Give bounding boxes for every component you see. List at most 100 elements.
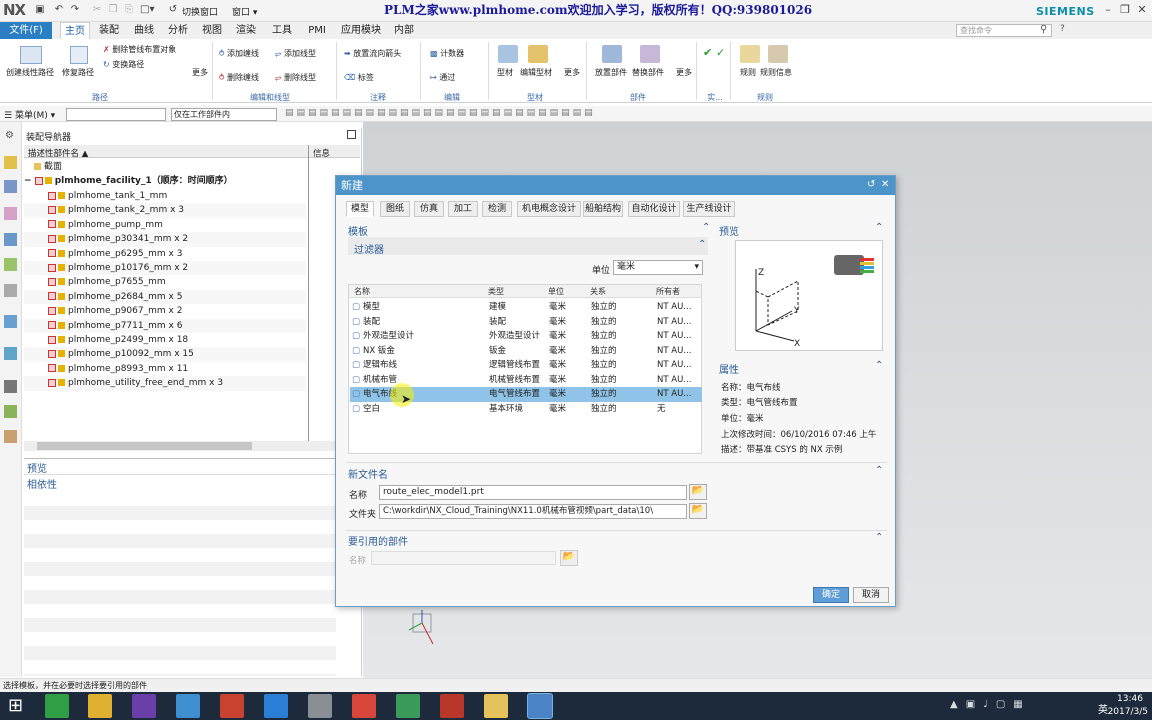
undo-icon[interactable]: ↶ bbox=[52, 3, 66, 17]
more-button-3[interactable]: 更多 bbox=[676, 67, 692, 78]
menu-button[interactable]: ☰ 菜单(M) ▾ bbox=[4, 108, 55, 121]
tab-mechatronics[interactable]: 机电概念设计 bbox=[517, 201, 581, 217]
collapse-preview-icon[interactable]: ⌃ bbox=[875, 222, 883, 233]
clock-icon[interactable] bbox=[4, 380, 17, 393]
tree-node-part[interactable]: plmhome_tank_1_mm bbox=[24, 189, 306, 203]
ok-button[interactable]: 确定 bbox=[813, 587, 849, 603]
tab-assembly[interactable]: 装配 bbox=[95, 22, 123, 39]
counter-button[interactable]: ▩ 计数器 bbox=[430, 48, 464, 59]
tree-node-part[interactable]: plmhome_pump_mm bbox=[24, 218, 306, 232]
tree-node-part[interactable]: plmhome_p30341_mm x 2 bbox=[24, 232, 306, 247]
constraint-navigator-icon[interactable] bbox=[4, 180, 17, 193]
templates-section[interactable]: 模板 bbox=[348, 223, 368, 238]
tree-node-part[interactable]: plmhome_utility_free_end_mm x 3 bbox=[24, 376, 306, 391]
visibility-checkbox[interactable] bbox=[48, 263, 56, 272]
tab-view[interactable]: 视图 bbox=[198, 22, 226, 39]
close-button[interactable]: ✕ bbox=[1134, 3, 1150, 19]
cancel-button[interactable]: 取消 bbox=[853, 587, 889, 603]
template-row[interactable]: ▢ 模型 建模 毫米 独立的 NT AU... bbox=[350, 300, 702, 315]
tree-node-part[interactable]: plmhome_p7711_mm x 6 bbox=[24, 318, 306, 333]
search-icon[interactable]: ⚲ bbox=[1040, 24, 1047, 35]
clock-time[interactable]: 13:46 bbox=[1112, 694, 1148, 704]
restore-button[interactable]: ❐ bbox=[1117, 3, 1133, 19]
modify-path-icon[interactable] bbox=[70, 46, 88, 64]
template-row[interactable]: ▢ 逻辑布线 逻辑管线布置 毫米 独立的 NT AU... bbox=[350, 358, 702, 373]
part-navigator-icon[interactable] bbox=[4, 207, 17, 220]
tab-internal[interactable]: 内部 bbox=[390, 22, 418, 39]
window-menu-button[interactable]: 窗口 ▾ bbox=[232, 5, 257, 18]
visual-studio-icon[interactable] bbox=[132, 694, 156, 718]
app-icon-1[interactable] bbox=[45, 694, 69, 718]
check-icon[interactable]: ✔ bbox=[703, 46, 712, 59]
create-path-icon[interactable] bbox=[20, 46, 42, 64]
file-explorer-icon[interactable] bbox=[484, 694, 508, 718]
col-name[interactable]: 名称 bbox=[354, 286, 370, 297]
dialog-close-icon[interactable]: ✕ bbox=[881, 179, 889, 190]
more-button-1[interactable]: 更多 bbox=[192, 67, 208, 78]
label-button[interactable]: ⌫ 标签 bbox=[344, 72, 374, 83]
command-search-input[interactable]: 查找命令 bbox=[956, 24, 1052, 37]
col-unit[interactable]: 单位 bbox=[548, 286, 564, 297]
sections-node[interactable]: 截面 bbox=[24, 160, 306, 174]
file-menu[interactable]: 文件(F) bbox=[0, 22, 52, 39]
tab-ship-structure[interactable]: 船舶结构 bbox=[583, 201, 623, 217]
switch-window-button[interactable]: 切换窗口 bbox=[182, 5, 218, 18]
visibility-checkbox[interactable] bbox=[48, 191, 56, 200]
visibility-checkbox[interactable] bbox=[48, 249, 56, 258]
visibility-checkbox[interactable] bbox=[48, 321, 56, 330]
filename-input[interactable]: route_elec_model1.prt bbox=[379, 485, 687, 500]
app-icon-2[interactable] bbox=[88, 694, 112, 718]
profile-icon[interactable] bbox=[498, 45, 518, 63]
rule-info-button[interactable]: 规则信息 bbox=[760, 67, 792, 78]
filezilla-icon[interactable] bbox=[440, 694, 464, 718]
collapse-ref-parts-icon[interactable]: ⌃ bbox=[875, 532, 883, 543]
roles-icon[interactable] bbox=[4, 405, 17, 418]
redo-icon[interactable]: ↷ bbox=[68, 3, 82, 17]
root-node[interactable]: − plmhome_facility_1（顺序：时间顺序） bbox=[24, 174, 306, 188]
app-icon-4[interactable] bbox=[176, 694, 200, 718]
chrome-icon[interactable] bbox=[352, 694, 376, 718]
copy-icon[interactable]: ❐ bbox=[106, 3, 120, 17]
tab-home[interactable]: 主页 bbox=[60, 22, 90, 39]
collapse-filter-icon[interactable]: ⌃ bbox=[698, 239, 706, 250]
collapse-properties-icon[interactable]: ⌃ bbox=[875, 360, 883, 371]
visibility-checkbox[interactable] bbox=[48, 234, 56, 243]
cut-icon[interactable]: ✂ bbox=[90, 3, 104, 17]
app-icon-9[interactable] bbox=[396, 694, 420, 718]
col-type[interactable]: 类型 bbox=[488, 286, 504, 297]
windows-start-icon[interactable]: ⊞ bbox=[8, 695, 23, 716]
col-relation[interactable]: 关系 bbox=[590, 286, 606, 297]
help-icon[interactable]: ? bbox=[1060, 24, 1065, 34]
app-icon-7[interactable] bbox=[308, 694, 332, 718]
column-info-header[interactable]: 信息 bbox=[313, 147, 330, 159]
preview-section[interactable]: 预览 bbox=[27, 460, 47, 475]
tab-automation[interactable]: 自动化设计 bbox=[628, 201, 680, 217]
tray-icons[interactable]: ▲▣♩▢▦ bbox=[950, 699, 1031, 710]
selection-tools-icon[interactable]: ▤▤▤▤▤▤▤▤▤▤▤▤▤▤▤▤▤▤▤▤▤▤▤▤▤▤▤ bbox=[285, 108, 596, 118]
add-line-button[interactable]: ⥂ 添加线型 bbox=[275, 48, 316, 59]
delete-segment-button[interactable]: ⥁ 删除缠线 bbox=[219, 72, 259, 83]
filter-section[interactable]: 过滤器 bbox=[354, 241, 384, 256]
preview-label[interactable]: 预览 bbox=[719, 223, 739, 238]
type-filter-combo[interactable] bbox=[66, 108, 166, 121]
ref-name-input[interactable] bbox=[371, 551, 556, 565]
referenced-parts-section[interactable]: 要引用的部件 bbox=[348, 533, 408, 548]
properties-label[interactable]: 属性 bbox=[719, 361, 739, 376]
collapse-templates-icon[interactable]: ⌃ bbox=[702, 222, 710, 233]
visibility-checkbox[interactable] bbox=[48, 205, 56, 214]
folder-input[interactable]: C:\workdir\NX_Cloud_Training\NX11.0机械布管视… bbox=[379, 504, 687, 519]
unit-select[interactable]: 毫米 ▾ bbox=[613, 260, 703, 275]
paste-icon[interactable]: ⎘ bbox=[122, 3, 136, 17]
scrollbar-thumb[interactable] bbox=[37, 442, 252, 450]
tab-inspection[interactable]: 检测 bbox=[482, 201, 512, 217]
repeat-icon[interactable]: ↺ bbox=[166, 3, 180, 17]
tree-node-part[interactable]: plmhome_p2499_mm x 18 bbox=[24, 333, 306, 347]
reuse-library-icon[interactable] bbox=[4, 233, 17, 246]
tree-node-part[interactable]: plmhome_tank_2_mm x 3 bbox=[24, 203, 306, 218]
visibility-checkbox[interactable] bbox=[48, 277, 56, 286]
profile-button[interactable]: 型材 bbox=[497, 67, 513, 78]
assembly-navigator-icon[interactable] bbox=[4, 156, 17, 169]
browse-name-icon[interactable]: 📂 bbox=[689, 484, 707, 500]
col-owner[interactable]: 所有者 bbox=[656, 286, 680, 297]
minimize-button[interactable]: – bbox=[1100, 3, 1116, 19]
